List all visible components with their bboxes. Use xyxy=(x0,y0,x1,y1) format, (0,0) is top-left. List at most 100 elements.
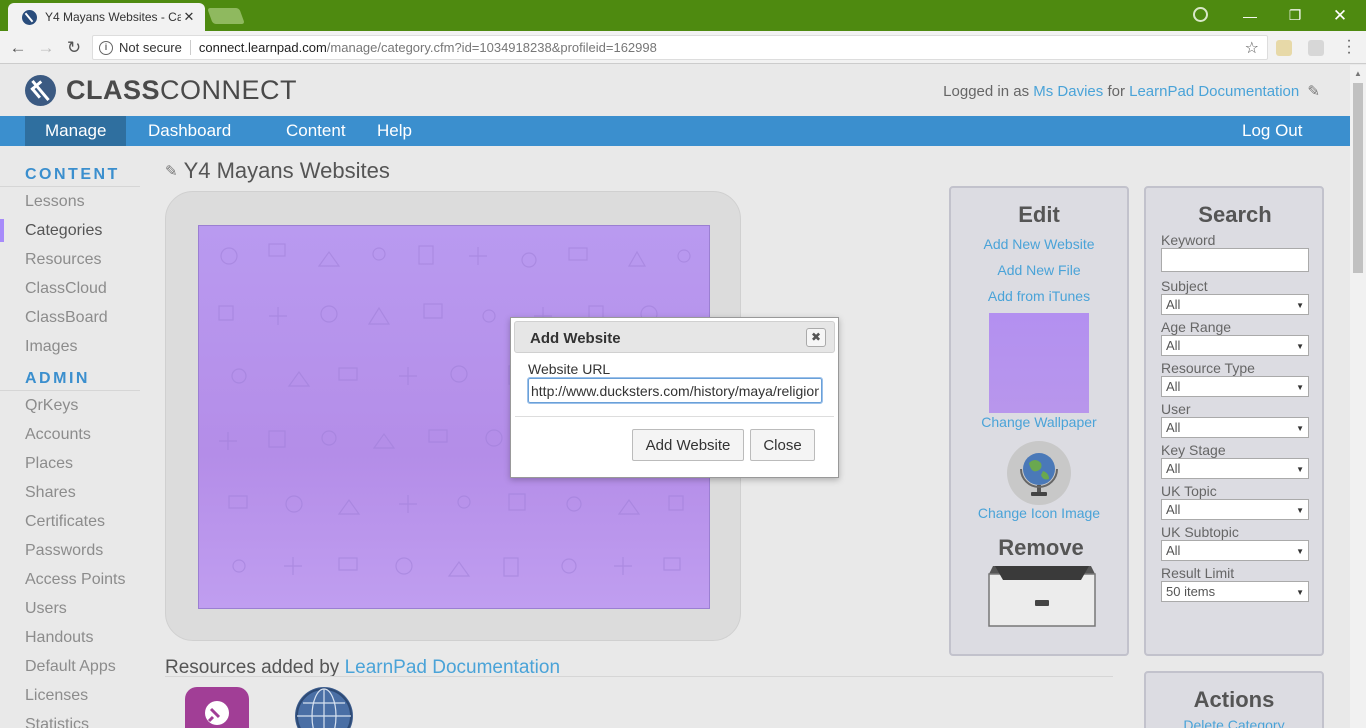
uk-topic-select[interactable]: All xyxy=(1161,499,1309,520)
category-icon-globe-icon[interactable] xyxy=(1007,441,1071,505)
result-limit-label: Result Limit xyxy=(1161,565,1235,581)
classconnect-logo[interactable]: CLASS CONNECT xyxy=(25,75,297,106)
dialog-close-icon[interactable]: ✖ xyxy=(806,328,826,347)
actions-heading: Actions xyxy=(1193,687,1275,712)
browser-tab[interactable]: Y4 Mayans Websites - Ca ✕ xyxy=(8,3,205,31)
sidebar-item-shares[interactable]: Shares xyxy=(0,478,140,507)
add-new-file-link[interactable]: Add New File xyxy=(951,262,1127,278)
search-heading: Search xyxy=(1198,202,1272,227)
bookmark-star-icon[interactable]: ☆ xyxy=(1245,38,1259,58)
nav-content[interactable]: Content xyxy=(266,116,366,146)
browser-toolbar: ← → ↻ i Not secure connect.learnpad.com … xyxy=(0,31,1366,64)
add-from-itunes-link[interactable]: Add from iTunes xyxy=(951,288,1127,304)
subject-label: Subject xyxy=(1161,278,1208,294)
reload-icon[interactable]: ↻ xyxy=(63,37,85,59)
website-url-input[interactable] xyxy=(527,377,823,404)
url-path: /manage/category.cfm?id=1034918238&profi… xyxy=(326,40,657,55)
add-new-website-link[interactable]: Add New Website xyxy=(951,236,1127,252)
profile-icon[interactable] xyxy=(1193,7,1208,22)
resource-type-select[interactable]: All xyxy=(1161,376,1309,397)
sidebar-item-certificates[interactable]: Certificates xyxy=(0,507,140,536)
site-favicon-icon xyxy=(22,9,37,25)
forward-icon[interactable]: → xyxy=(35,37,57,59)
keyword-input[interactable] xyxy=(1161,248,1309,272)
key-stage-select[interactable]: All xyxy=(1161,458,1309,479)
edit-title-pencil-icon[interactable]: ✎ xyxy=(165,162,178,180)
sidebar-item-handouts[interactable]: Handouts xyxy=(0,623,140,652)
sidebar-item-resources[interactable]: Resources xyxy=(0,245,140,274)
sidebar-item-accounts[interactable]: Accounts xyxy=(0,420,140,449)
logo-mark-icon xyxy=(25,75,56,106)
sidebar-item-classboard[interactable]: ClassBoard xyxy=(0,303,140,332)
new-tab-button[interactable] xyxy=(207,8,245,24)
user-name-link[interactable]: Ms Davies xyxy=(1033,83,1103,100)
subject-select[interactable]: All xyxy=(1161,294,1309,315)
edit-heading: Edit xyxy=(1018,202,1060,227)
divider xyxy=(165,676,1113,677)
uk-subtopic-select[interactable]: All xyxy=(1161,540,1309,561)
search-panel: Search Keyword Subject All Age Range All… xyxy=(1144,186,1324,656)
extension-icon[interactable] xyxy=(1276,40,1292,56)
sidebar-item-users[interactable]: Users xyxy=(0,594,140,623)
sidebar-item-images[interactable]: Images xyxy=(0,332,140,361)
edit-pencil-icon[interactable]: ✎ xyxy=(1307,82,1320,100)
scrollbar-thumb[interactable] xyxy=(1353,83,1363,273)
org-name-link[interactable]: LearnPad Documentation xyxy=(1129,83,1299,100)
key-stage-label: Key Stage xyxy=(1161,442,1226,458)
change-wallpaper-link[interactable]: Change Wallpaper xyxy=(951,414,1127,430)
tab-close-icon[interactable]: ✕ xyxy=(181,9,197,25)
nav-logout[interactable]: Log Out xyxy=(1222,116,1323,146)
sidebar-item-passwords[interactable]: Passwords xyxy=(0,536,140,565)
browser-titlebar: Y4 Mayans Websites - Ca ✕ — ❐ ✕ xyxy=(0,0,1366,31)
sidebar-item-qrkeys[interactable]: QrKeys xyxy=(0,391,140,420)
browser-menu-icon[interactable]: · · · xyxy=(1343,33,1355,61)
resources-org-link[interactable]: LearnPad Documentation xyxy=(345,657,560,678)
sidebar-item-lessons[interactable]: Lessons xyxy=(0,187,140,216)
delete-category-link[interactable]: Delete Category xyxy=(1146,717,1322,728)
for-text: for xyxy=(1107,83,1125,100)
page-scrollbar[interactable]: ▲ xyxy=(1350,65,1366,728)
nav-dashboard[interactable]: Dashboard xyxy=(128,116,251,146)
sidebar-item-classcloud[interactable]: ClassCloud xyxy=(0,274,140,303)
close-button[interactable]: Close xyxy=(750,429,815,461)
uk-subtopic-label: UK Subtopic xyxy=(1161,524,1239,540)
address-bar[interactable]: i Not secure connect.learnpad.com /manag… xyxy=(92,35,1268,60)
page-title-text: Y4 Mayans Websites xyxy=(183,158,390,183)
result-limit-select[interactable]: 50 items xyxy=(1161,581,1309,602)
logged-in-info: Logged in as Ms Davies for LearnPad Docu… xyxy=(943,82,1320,100)
add-website-button[interactable]: Add Website xyxy=(632,429,744,461)
window-close-icon[interactable]: ✕ xyxy=(1318,0,1362,31)
remove-heading: Remove xyxy=(998,535,1084,560)
minimize-icon[interactable]: — xyxy=(1228,0,1272,31)
website-url-label: Website URL xyxy=(528,361,611,377)
wallpaper-thumbnail[interactable] xyxy=(989,313,1089,413)
age-range-label: Age Range xyxy=(1161,319,1232,335)
sidebar-item-default-apps[interactable]: Default Apps xyxy=(0,652,140,681)
sidebar-item-licenses[interactable]: Licenses xyxy=(0,681,140,710)
scroll-up-icon[interactable]: ▲ xyxy=(1354,69,1362,78)
change-icon-image-link[interactable]: Change Icon Image xyxy=(951,505,1127,521)
website-resource-globe-icon[interactable] xyxy=(295,687,353,728)
extension-icon[interactable] xyxy=(1308,40,1324,56)
resource-type-label: Resource Type xyxy=(1161,360,1255,376)
security-label: Not secure xyxy=(119,40,191,55)
nav-help[interactable]: Help xyxy=(357,116,432,146)
user-select[interactable]: All xyxy=(1161,417,1309,438)
dialog-title: Add Website xyxy=(530,330,621,347)
pin-resource-icon[interactable] xyxy=(185,687,249,728)
info-icon[interactable]: i xyxy=(99,40,113,55)
logo-text-connect: CONNECT xyxy=(160,75,298,105)
sidebar-item-access-points[interactable]: Access Points xyxy=(0,565,140,594)
age-range-select[interactable]: All xyxy=(1161,335,1309,356)
sidebar-item-categories[interactable]: Categories xyxy=(0,216,140,245)
sidebar-item-statistics[interactable]: Statistics xyxy=(0,710,140,728)
logo-text-class: CLASS xyxy=(66,75,161,105)
nav-manage[interactable]: Manage xyxy=(25,116,127,146)
restore-icon[interactable]: ❐ xyxy=(1273,0,1317,31)
back-icon[interactable]: ← xyxy=(7,37,29,59)
keyword-label: Keyword xyxy=(1161,232,1216,248)
sidebar-item-places[interactable]: Places xyxy=(0,449,140,478)
logged-prefix: Logged in as xyxy=(943,83,1030,100)
edit-panel: Edit Add New Website Add New File Add fr… xyxy=(949,186,1129,656)
remove-drawer-icon[interactable] xyxy=(987,566,1097,628)
